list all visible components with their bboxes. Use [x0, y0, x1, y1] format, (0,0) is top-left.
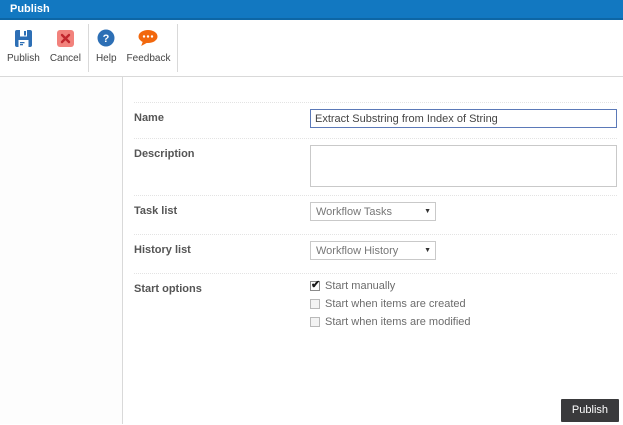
task-list-label: Task list: [134, 205, 178, 217]
name-label: Name: [134, 112, 164, 124]
description-textarea[interactable]: [310, 145, 617, 187]
task-list-row: Task list Workflow Tasks ▼: [134, 195, 617, 234]
toolbar-separator: [177, 24, 179, 72]
form-spacer: [134, 77, 617, 102]
feedback-button[interactable]: Feedback: [122, 20, 176, 76]
left-panel: [0, 77, 123, 424]
name-row: Name: [134, 102, 617, 138]
footer-publish-button[interactable]: Publish: [560, 399, 619, 422]
history-list-selected-value: Workflow History: [316, 244, 399, 257]
help-icon: ?: [97, 27, 115, 49]
start-items-created-checkbox[interactable]: [310, 299, 320, 309]
chevron-down-icon: ▼: [424, 247, 431, 254]
publish-button[interactable]: Publish: [2, 20, 45, 76]
history-list-label: History list: [134, 244, 191, 256]
description-label: Description: [134, 148, 195, 160]
save-icon: [14, 27, 32, 49]
start-items-modified-label: Start when items are modified: [325, 316, 471, 328]
start-manually-checkbox[interactable]: [310, 278, 320, 291]
publish-button-label: Publish: [7, 53, 40, 64]
cancel-button-label: Cancel: [49, 53, 81, 64]
start-items-created-option: Start when items are created: [310, 298, 617, 310]
task-list-dropdown[interactable]: Workflow Tasks ▼: [310, 202, 436, 221]
cancel-icon: [56, 27, 74, 49]
window-titlebar: Publish: [0, 0, 623, 20]
help-button[interactable]: ? Help: [91, 20, 122, 76]
ribbon-toolbar: Publish Cancel ? Help Feedback: [0, 20, 623, 77]
chevron-down-icon: ▼: [424, 208, 431, 215]
start-options-label: Start options: [134, 283, 202, 295]
task-list-selected-value: Workflow Tasks: [316, 205, 393, 218]
start-items-created-label: Start when items are created: [325, 298, 466, 310]
start-options-row: Start options Start manually Start when …: [134, 273, 617, 342]
name-input[interactable]: [310, 109, 617, 128]
start-items-modified-option: Start when items are modified: [310, 316, 617, 328]
svg-text:?: ?: [103, 33, 110, 45]
history-list-row: History list Workflow History ▼: [134, 234, 617, 273]
feedback-icon: [137, 27, 159, 49]
start-manually-label: Start manually: [325, 280, 396, 292]
description-row: Description: [134, 138, 617, 195]
toolbar-separator: [87, 24, 89, 72]
start-manually-option: Start manually: [310, 278, 617, 292]
cancel-button[interactable]: Cancel: [45, 20, 86, 76]
help-button-label: Help: [95, 53, 117, 64]
publish-form: Name Description Task list Workflow Task…: [123, 77, 623, 424]
content-area: Name Description Task list Workflow Task…: [0, 77, 623, 424]
window-title: Publish: [10, 3, 50, 15]
history-list-dropdown[interactable]: Workflow History ▼: [310, 241, 436, 260]
feedback-button-label: Feedback: [126, 53, 171, 64]
start-items-modified-checkbox[interactable]: [310, 317, 320, 327]
